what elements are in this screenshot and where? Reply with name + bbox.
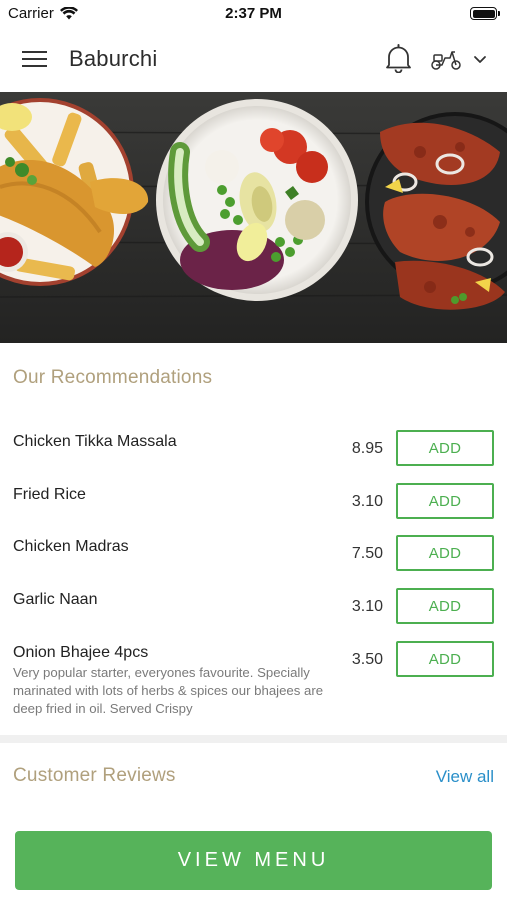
reviews-title: Customer Reviews — [13, 765, 176, 786]
dish-price: 3.50 — [351, 651, 383, 668]
dish-price: 3.10 — [351, 598, 383, 615]
dish-price: 8.95 — [351, 440, 383, 457]
add-button[interactable]: ADD — [396, 483, 494, 519]
dish-name: Chicken Madras — [13, 538, 129, 555]
scooter-icon[interactable] — [430, 47, 462, 71]
hero-food-image — [0, 92, 507, 343]
hero-banner — [0, 92, 507, 343]
add-button[interactable]: ADD — [396, 641, 494, 677]
dish-name: Onion Bhajee 4pcs — [13, 644, 149, 661]
add-button[interactable]: ADD — [396, 588, 494, 624]
app-title: Baburchi — [69, 46, 158, 71]
salad-bowl — [156, 99, 358, 301]
chevron-down-icon[interactable] — [472, 53, 488, 65]
view-menu-button[interactable]: VIEW MENU — [15, 831, 492, 890]
view-all-link[interactable]: View all — [436, 767, 494, 787]
add-button[interactable]: ADD — [396, 430, 494, 466]
dish-name: Garlic Naan — [13, 591, 98, 608]
status-bar: Carrier 2:37 PM — [0, 0, 507, 26]
recommendations-title: Our Recommendations — [13, 367, 213, 388]
dish-name: Fried Rice — [13, 486, 86, 503]
section-divider — [0, 735, 507, 743]
app-header: Baburchi — [0, 26, 507, 92]
menu-icon[interactable] — [22, 49, 47, 69]
dish-name: Chicken Tikka Massala — [13, 433, 177, 450]
status-time: 2:37 PM — [225, 5, 282, 22]
add-button[interactable]: ADD — [396, 535, 494, 571]
dish-price: 3.10 — [351, 493, 383, 510]
dish-description: Very popular starter, everyones favourit… — [13, 665, 324, 716]
battery-icon — [470, 7, 500, 20]
dish-price: 7.50 — [351, 545, 383, 562]
bell-icon[interactable] — [385, 43, 412, 73]
